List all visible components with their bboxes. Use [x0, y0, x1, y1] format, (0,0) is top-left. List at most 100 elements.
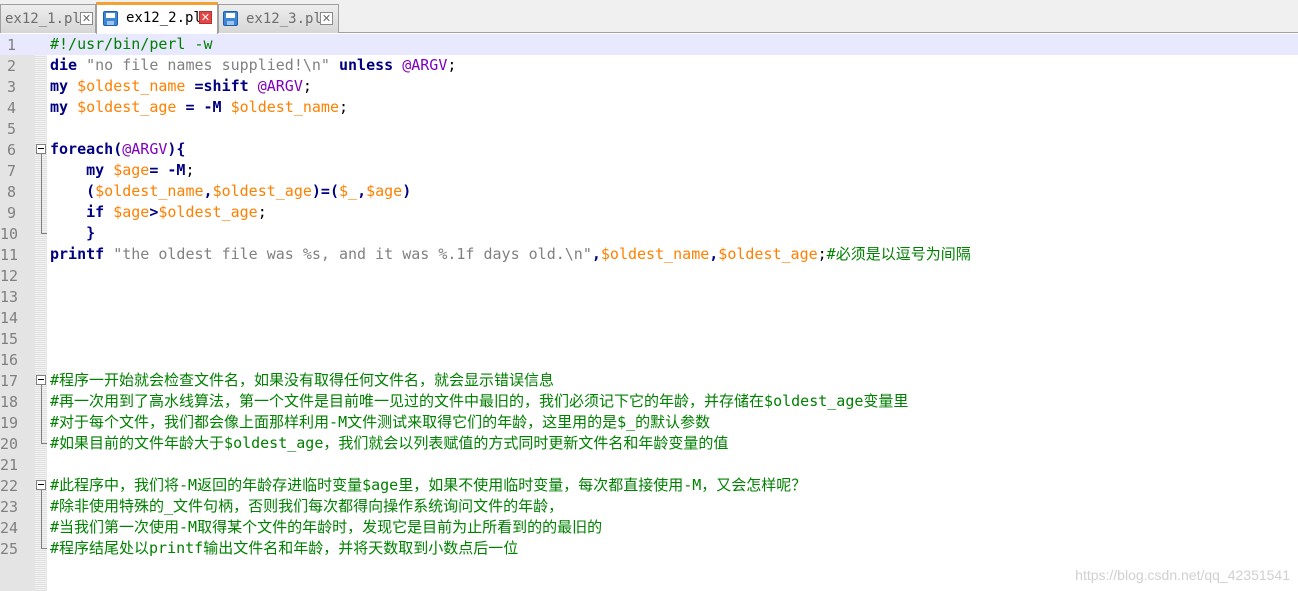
- close-tab-icon[interactable]: ✕: [320, 12, 333, 25]
- line-number: 4: [6, 99, 16, 117]
- fold-line: [41, 496, 42, 517]
- code-line[interactable]: 18 #再一次用到了高水线算法，第一个文件是目前唯一见过的文件中最旧的，我们必须…: [0, 391, 1298, 412]
- operator: =shift: [194, 77, 249, 95]
- code-line[interactable]: 2 die "no file names supplied!\n" unless…: [0, 55, 1298, 76]
- line-number: 5: [6, 120, 16, 138]
- keyword: if: [86, 203, 105, 221]
- tab-bar: ex12_1.pl ✕ ex12_2.pl ✕ ex12_3.pl ✕: [0, 0, 1298, 34]
- code-line[interactable]: 25 #程序结尾处以printf输出文件名和年龄，并将天数取到小数点后一位: [0, 538, 1298, 559]
- code-line[interactable]: 7 my $age= -M;: [0, 160, 1298, 181]
- keyword: my: [50, 77, 69, 95]
- line-number: 3: [6, 78, 16, 96]
- code-line[interactable]: 5: [0, 118, 1298, 139]
- line-number: 22: [0, 477, 19, 495]
- code-line[interactable]: 22 #此程序中，我们将-M返回的年龄存进临时变量$age里，如果不使用临时变量…: [0, 475, 1298, 496]
- line-number: 1: [6, 36, 16, 54]
- semicolon: ;: [817, 245, 827, 263]
- semicolon: ;: [185, 161, 195, 179]
- comment: #除非使用特殊的_文件句柄，否则我们每次都得向操作系统询问文件的年龄，: [50, 497, 564, 515]
- operator: ,: [357, 182, 367, 200]
- code-line[interactable]: 17 #程序一开始就会检查文件名，如果没有取得任何文件名，就会显示错误信息: [0, 370, 1298, 391]
- tab-ex12-3[interactable]: ex12_3.pl ✕: [218, 4, 339, 33]
- scalar-variable: $oldest_age: [212, 182, 312, 200]
- code-line[interactable]: 14: [0, 307, 1298, 328]
- code-line[interactable]: 10 }: [0, 223, 1298, 244]
- keyword: my: [50, 98, 69, 116]
- string-literal: "no file names supplied!\n": [77, 56, 339, 74]
- fold-line: [41, 517, 42, 538]
- comment: #程序结尾处以printf输出文件名和年龄，并将天数取到小数点后一位: [50, 539, 519, 557]
- line-number: 20: [0, 435, 19, 453]
- tab-ex12-1[interactable]: ex12_1.pl ✕: [0, 4, 96, 33]
- code-text: foreach(@ARGV){: [50, 139, 185, 160]
- operator: )=(: [311, 182, 339, 200]
- line-number: 23: [0, 498, 19, 516]
- scalar-variable: $oldest_name: [68, 77, 195, 95]
- code-line[interactable]: 3 my $oldest_name =shift @ARGV;: [0, 76, 1298, 97]
- line-number: 21: [0, 456, 19, 474]
- watermark-text: https://blog.csdn.net/qq_42351541: [1075, 567, 1290, 583]
- fold-end-marker: [41, 433, 47, 444]
- code-line[interactable]: 21: [0, 454, 1298, 475]
- code-text: my $oldest_name =shift @ARGV;: [50, 76, 312, 97]
- code-text: die "no file names supplied!\n" unless @…: [50, 55, 456, 76]
- code-line[interactable]: 19 #对于每个文件，我们都会像上面那样利用-M文件测试来取得它们的年龄，这里用…: [0, 412, 1298, 433]
- code-line[interactable]: 6 foreach(@ARGV){: [0, 139, 1298, 160]
- tab-ex12-2[interactable]: ex12_2.pl ✕: [96, 2, 218, 34]
- comment: #对于每个文件，我们都会像上面那样利用-M文件测试来取得它们的年龄，这里用的是$…: [50, 413, 711, 431]
- semicolon: ;: [339, 98, 349, 116]
- fold-end-marker: [41, 538, 47, 549]
- scalar-variable: $age: [366, 182, 403, 200]
- code-line[interactable]: 4 my $oldest_age = -M $oldest_name;: [0, 97, 1298, 118]
- keyword: foreach: [50, 140, 114, 158]
- code-text: printf "the oldest file was %s, and it w…: [50, 244, 971, 265]
- code-line[interactable]: 13: [0, 286, 1298, 307]
- fold-collapse-icon[interactable]: [36, 480, 46, 490]
- line-number: 16: [0, 351, 19, 369]
- tab-label: ex12_1.pl: [5, 11, 81, 27]
- semicolon: ;: [257, 203, 267, 221]
- code-line[interactable]: 9 if $age>$oldest_age;: [0, 202, 1298, 223]
- code-line[interactable]: 11 printf "the oldest file was %s, and i…: [0, 244, 1298, 265]
- tab-label: ex12_2.pl: [126, 10, 202, 26]
- close-tab-icon[interactable]: ✕: [80, 12, 93, 25]
- semicolon: ;: [302, 77, 312, 95]
- scalar-variable: $oldest_name: [95, 182, 204, 200]
- operator: = -M: [185, 98, 222, 116]
- code-line[interactable]: 23 #除非使用特殊的_文件句柄，否则我们每次都得向操作系统询问文件的年龄，: [0, 496, 1298, 517]
- line-number: 9: [6, 204, 16, 222]
- scalar-variable: $_: [339, 182, 358, 200]
- code-line[interactable]: 12: [0, 265, 1298, 286]
- comment: #必须是以逗号为间隔: [826, 245, 971, 263]
- code-line[interactable]: 15: [0, 328, 1298, 349]
- operator: ,: [709, 245, 719, 263]
- code-line[interactable]: 1 #!/usr/bin/perl -w: [0, 34, 1298, 55]
- code-line[interactable]: 16: [0, 349, 1298, 370]
- operator: (: [86, 182, 96, 200]
- code-line[interactable]: 24 #当我们第一次使用-M取得某个文件的年龄时，发现它是目前为止所看到的的最旧…: [0, 517, 1298, 538]
- line-number: 17: [0, 372, 19, 390]
- code-line[interactable]: 20 #如果目前的文件年龄大于$oldest_age，我们就会以列表赋值的方式同…: [0, 433, 1298, 454]
- floppy-disk-icon: [223, 11, 238, 26]
- code-line[interactable]: 8 ($oldest_name,$oldest_age)=($_,$age): [0, 181, 1298, 202]
- scalar-variable: $oldest_age: [68, 98, 186, 116]
- scalar-variable: $age: [104, 161, 150, 179]
- comment: #如果目前的文件年龄大于$oldest_age，我们就会以列表赋值的方式同时更新…: [50, 434, 729, 452]
- line-number: 13: [0, 288, 19, 306]
- code-text: ($oldest_name,$oldest_age)=($_,$age): [50, 181, 411, 202]
- line-number: 18: [0, 393, 19, 411]
- code-editor[interactable]: 1 #!/usr/bin/perl -w 2 die "no file name…: [0, 34, 1298, 591]
- fold-line: [41, 412, 42, 433]
- fold-collapse-icon[interactable]: [36, 375, 46, 385]
- operator: ){: [167, 140, 186, 158]
- fold-collapse-icon[interactable]: [36, 144, 46, 154]
- close-tab-icon[interactable]: ✕: [199, 11, 212, 24]
- operator: = -M: [149, 161, 186, 179]
- array-variable: @ARGV: [122, 140, 168, 158]
- array-variable: @ARGV: [393, 56, 448, 74]
- scalar-variable: $oldest_name: [221, 98, 339, 116]
- tab-label: ex12_3.pl: [246, 11, 322, 27]
- comment: #程序一开始就会检查文件名，如果没有取得任何文件名，就会显示错误信息: [50, 371, 555, 389]
